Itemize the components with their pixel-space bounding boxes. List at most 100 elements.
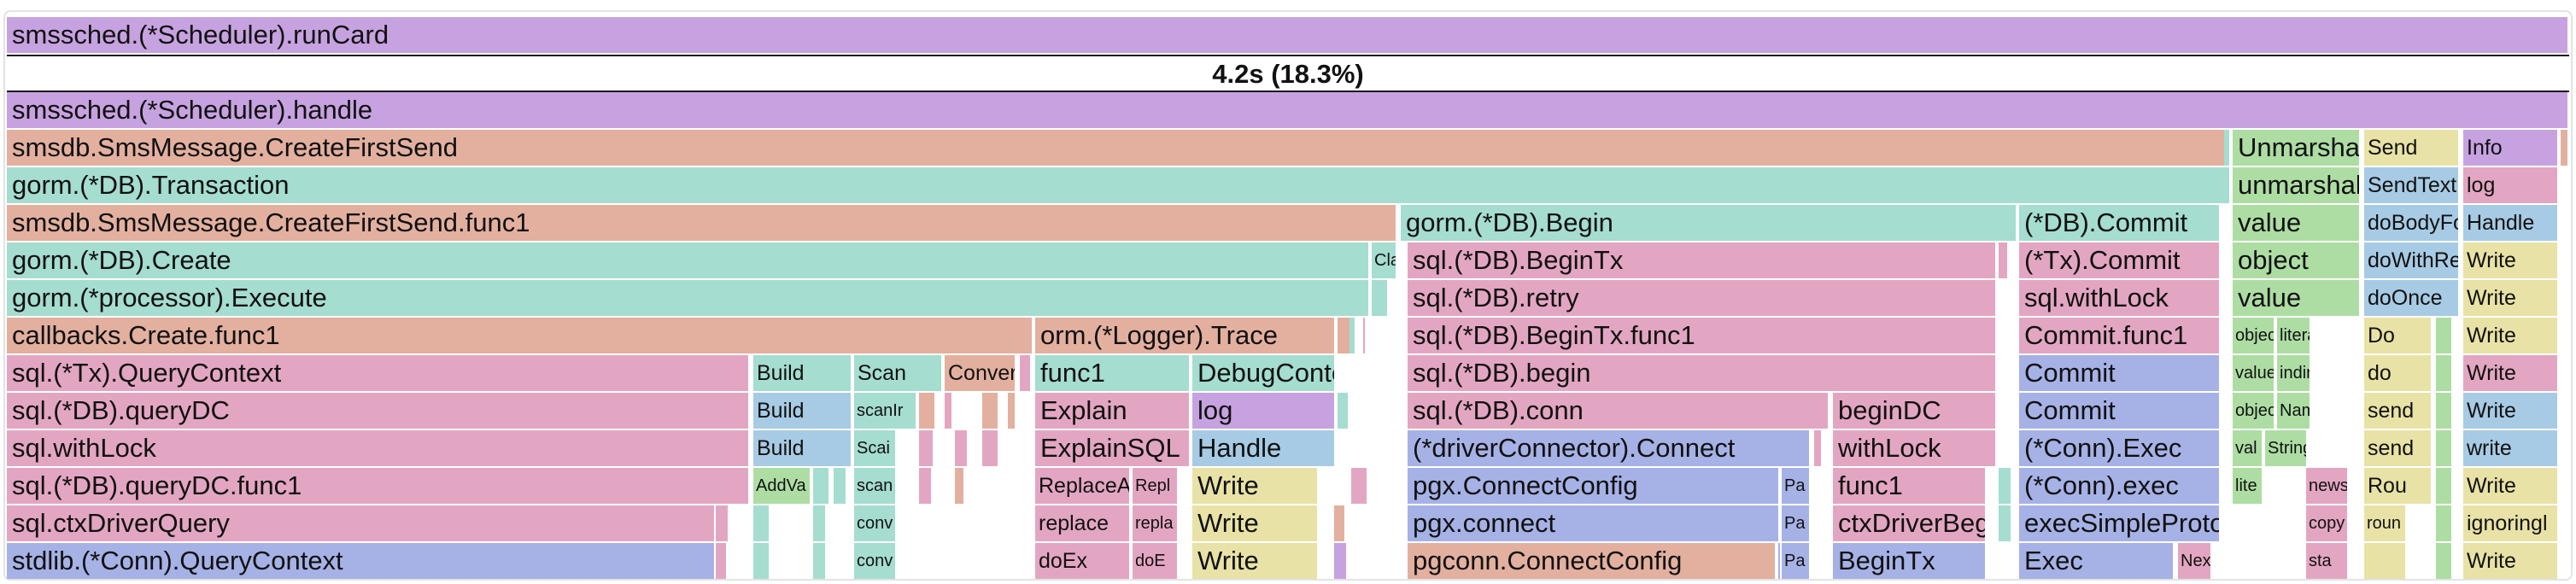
flame-frame[interactable]: news xyxy=(2306,468,2349,504)
flame-frame[interactable]: Commit.func1 xyxy=(2019,318,2221,353)
flame-frame[interactable]: Do xyxy=(2364,318,2433,353)
flame-frame[interactable]: Handle xyxy=(1192,430,1336,466)
flame-frame[interactable]: AddVa xyxy=(753,468,811,504)
flame-frame[interactable]: Write xyxy=(2463,318,2559,353)
flame-frame[interactable]: Pa xyxy=(1782,468,1811,504)
flame-frame-sliver[interactable] xyxy=(1999,505,2012,541)
flame-frame[interactable]: scan xyxy=(854,468,897,504)
flame-frame[interactable]: Commit xyxy=(2019,355,2221,391)
flame-frame[interactable]: Rou xyxy=(2364,468,2433,504)
flame-frame[interactable]: Write xyxy=(1192,543,1319,579)
flame-frame-sliver[interactable] xyxy=(1814,430,1823,466)
flame-frame[interactable]: pgx.ConnectConfig xyxy=(1408,468,1780,504)
flame-frame[interactable]: Write xyxy=(2463,242,2559,278)
flame-frame[interactable]: beginDC xyxy=(1833,393,1997,429)
flame-frame[interactable]: Commit xyxy=(2019,393,2221,429)
flame-frame[interactable]: ctxDriverBegin xyxy=(1833,505,1987,541)
flame-frame[interactable]: ReplaceAl xyxy=(1035,468,1131,504)
flame-frame-sliver[interactable] xyxy=(982,430,999,466)
flame-frame[interactable]: sql.withLock xyxy=(2019,280,2221,316)
flame-frame[interactable]: withLock xyxy=(1833,430,1997,466)
flame-frame[interactable]: sql.ctxDriverQuery xyxy=(7,505,716,541)
flame-frame[interactable]: value xyxy=(2233,280,2361,316)
flame-frame[interactable]: conv xyxy=(854,543,897,579)
flame-frame[interactable]: Unmarshal xyxy=(2233,130,2361,166)
flame-frame[interactable]: Cla xyxy=(1372,242,1397,278)
flame-frame[interactable]: indire xyxy=(2277,355,2311,391)
flame-frame-sliver[interactable] xyxy=(813,505,827,541)
flame-frame-sliver[interactable] xyxy=(982,393,999,429)
flame-frame-sliver[interactable] xyxy=(955,430,969,466)
flame-frame[interactable]: sql.(*DB).BeginTx.func1 xyxy=(1408,318,1997,353)
flame-frame-sliver[interactable] xyxy=(1349,318,1356,353)
flame-frame[interactable] xyxy=(2436,318,2453,353)
flame-frame[interactable]: copy xyxy=(2306,505,2349,541)
flame-frame[interactable]: gorm.(*DB).Create xyxy=(7,242,1370,278)
flame-frame[interactable]: gorm.(*DB).Transaction xyxy=(7,167,2231,203)
flame-frame[interactable]: Send xyxy=(2364,130,2460,166)
flame-frame[interactable]: Handle xyxy=(2463,205,2559,241)
flame-frame[interactable]: (*Conn).exec xyxy=(2019,468,2221,504)
flame-frame[interactable]: conv xyxy=(854,505,897,541)
flame-frame[interactable]: pgx.connect xyxy=(1408,505,1780,541)
flame-frame[interactable] xyxy=(2436,393,2453,429)
flame-frame[interactable]: replace xyxy=(1035,505,1131,541)
flame-frame[interactable]: Scai xyxy=(854,430,897,466)
flame-frame[interactable]: Write xyxy=(2463,280,2559,316)
flame-frame[interactable]: sql.(*DB).retry xyxy=(1408,280,1997,316)
flame-frame[interactable]: callbacks.Create.func1 xyxy=(7,318,1033,353)
flame-frame[interactable] xyxy=(2436,355,2453,391)
flame-frame[interactable]: log xyxy=(1192,393,1336,429)
flame-frame-sliver[interactable] xyxy=(2224,130,2231,166)
flame-frame[interactable]: doWithRe xyxy=(2364,242,2460,278)
flame-frame[interactable]: String xyxy=(2265,430,2308,466)
flame-frame[interactable]: sql.(*DB).queryDC.func1 xyxy=(7,468,750,504)
flame-frame-sliver[interactable] xyxy=(1020,355,1032,391)
flame-frame[interactable]: (*driverConnector).Connect xyxy=(1408,430,1811,466)
flame-frame[interactable]: pgconn.ConnectConfig xyxy=(1408,543,1777,579)
flame-frame[interactable]: Write xyxy=(2463,355,2559,391)
flame-frame-sliver[interactable] xyxy=(1334,543,1348,579)
flame-frame[interactable]: Write xyxy=(2463,468,2559,504)
flame-frame-sliver[interactable] xyxy=(919,468,933,504)
flame-frame[interactable]: do xyxy=(2364,355,2433,391)
flame-frame-sliver[interactable] xyxy=(716,543,728,579)
flame-frame[interactable]: doE xyxy=(1133,543,1179,579)
flame-frame[interactable]: SendText xyxy=(2364,167,2460,203)
flame-frame[interactable]: func1 xyxy=(1833,468,1987,504)
flame-frame[interactable]: smsdb.SmsMessage.CreateFirstSend xyxy=(7,130,2231,166)
flame-frame[interactable]: sql.(*DB).queryDC xyxy=(7,393,750,429)
flame-frame[interactable]: BeginTx xyxy=(1833,543,1987,579)
flame-frame[interactable]: Pa xyxy=(1782,505,1811,541)
flame-frame[interactable]: value xyxy=(2233,205,2361,241)
flame-frame[interactable]: roun xyxy=(2364,505,2407,541)
flame-frame[interactable]: Write xyxy=(2463,543,2559,579)
flame-frame[interactable]: Info xyxy=(2463,130,2559,166)
flame-frame[interactable]: gorm.(*DB).Begin xyxy=(1401,205,2017,241)
flame-frame[interactable] xyxy=(2364,543,2407,579)
flame-frame[interactable]: sql.(*Tx).QueryContext xyxy=(7,355,750,391)
flame-frame[interactable]: send xyxy=(2364,430,2433,466)
flame-frame[interactable]: object xyxy=(2233,318,2275,353)
flame-frame-sliver[interactable] xyxy=(1334,505,1346,541)
flame-frame-sliver[interactable] xyxy=(1338,393,1349,429)
flame-frame[interactable]: gorm.(*processor).Execute xyxy=(7,280,1370,316)
flame-frame[interactable]: doBodyFo xyxy=(2364,205,2460,241)
flame-frame-sliver[interactable] xyxy=(945,393,953,429)
flame-frame-sliver[interactable] xyxy=(955,468,965,504)
flame-frame[interactable]: doEx xyxy=(1035,543,1131,579)
flame-frame[interactable]: log xyxy=(2463,167,2559,203)
flame-frame[interactable]: sql.withLock xyxy=(7,430,750,466)
flame-frame[interactable]: unmarshal xyxy=(2233,167,2361,203)
flame-frame-sliver[interactable] xyxy=(919,393,936,429)
flame-frame[interactable]: Build xyxy=(753,393,852,429)
flame-frame-sliver[interactable] xyxy=(753,505,770,541)
flame-frame[interactable]: smssched.(*Scheduler).runCard xyxy=(7,17,2569,53)
flame-frame-sliver[interactable] xyxy=(1778,543,1782,579)
flame-frame[interactable]: orm.(*Logger).Trace xyxy=(1035,318,1336,353)
flame-frame[interactable] xyxy=(2436,543,2453,579)
flame-frame[interactable]: val xyxy=(2233,430,2263,466)
flame-frame[interactable]: sta xyxy=(2306,543,2349,579)
flame-frame[interactable]: smsdb.SmsMessage.CreateFirstSend.func1 xyxy=(7,205,1397,241)
flame-frame-sliver[interactable] xyxy=(813,468,830,504)
